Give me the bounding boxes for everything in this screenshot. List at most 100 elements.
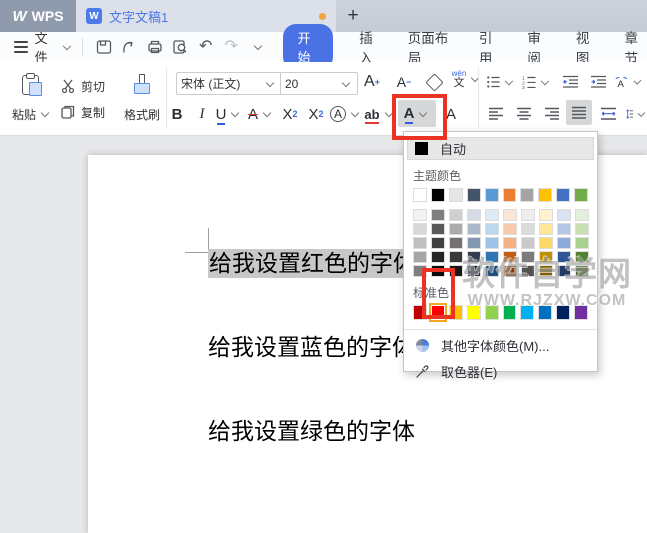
- color-swatch[interactable]: [485, 223, 499, 235]
- color-swatch[interactable]: [413, 265, 427, 277]
- underline-button[interactable]: U: [214, 102, 244, 126]
- menu-tab-3[interactable]: 页面布局: [408, 27, 453, 67]
- color-swatch[interactable]: [521, 223, 535, 235]
- color-swatch[interactable]: [574, 305, 588, 320]
- doc-line[interactable]: 给我设置红色的字体: [208, 247, 417, 280]
- color-swatch[interactable]: [485, 265, 499, 277]
- menu-tab-2[interactable]: 插入: [359, 27, 382, 67]
- color-swatch[interactable]: [575, 265, 589, 277]
- justify-button[interactable]: [566, 100, 592, 125]
- color-swatch[interactable]: [539, 223, 553, 235]
- align-right-button[interactable]: [540, 102, 564, 126]
- format-painter-label-button[interactable]: 格式刷: [116, 102, 168, 126]
- highlight-button[interactable]: ab: [364, 102, 396, 126]
- color-swatch[interactable]: [539, 237, 553, 249]
- color-swatch[interactable]: [557, 251, 571, 263]
- superscript-button[interactable]: X2: [278, 102, 302, 126]
- color-swatch[interactable]: [503, 223, 517, 235]
- color-swatch[interactable]: [539, 265, 553, 277]
- doc-line[interactable]: 给我设置蓝色的字体: [208, 331, 417, 364]
- color-swatch[interactable]: [413, 209, 427, 221]
- color-swatch[interactable]: [449, 305, 463, 320]
- color-swatch[interactable]: [413, 223, 427, 235]
- color-swatch[interactable]: [449, 223, 463, 235]
- color-swatch[interactable]: [557, 209, 571, 221]
- doc-line[interactable]: 给我设置绿色的字体: [208, 415, 417, 448]
- file-menu[interactable]: 文件: [35, 28, 59, 66]
- color-swatch[interactable]: [521, 209, 535, 221]
- bold-button[interactable]: B: [166, 102, 188, 126]
- color-swatch[interactable]: [413, 188, 427, 202]
- color-swatch[interactable]: [431, 223, 445, 235]
- color-swatch[interactable]: [449, 251, 463, 263]
- save-button[interactable]: [91, 36, 117, 58]
- auto-color-item[interactable]: 自动: [407, 137, 594, 160]
- color-swatch[interactable]: [520, 305, 534, 320]
- text-effects-button[interactable]: A: [330, 102, 362, 126]
- color-swatch[interactable]: [557, 237, 571, 249]
- color-swatch[interactable]: [485, 209, 499, 221]
- color-swatch[interactable]: [520, 188, 534, 202]
- bullets-button[interactable]: [486, 70, 516, 94]
- color-swatch[interactable]: [521, 237, 535, 249]
- color-swatch[interactable]: [449, 209, 463, 221]
- color-swatch[interactable]: [557, 265, 571, 277]
- toolbar-more-button[interactable]: [244, 36, 270, 58]
- distribute-button[interactable]: [596, 102, 620, 126]
- format-painter-button[interactable]: [122, 70, 162, 100]
- menu-tab-6[interactable]: 视图: [576, 27, 599, 67]
- italic-button[interactable]: I: [192, 102, 212, 126]
- subscript-button[interactable]: X2: [304, 102, 328, 126]
- color-swatch[interactable]: [467, 251, 481, 263]
- color-swatch[interactable]: [431, 305, 445, 320]
- color-swatch[interactable]: [449, 237, 463, 249]
- font-color-button[interactable]: A: [398, 100, 436, 127]
- color-swatch[interactable]: [557, 223, 571, 235]
- font-size-combo[interactable]: 20: [280, 72, 358, 95]
- color-swatch[interactable]: [521, 265, 535, 277]
- increase-indent-button[interactable]: [586, 70, 610, 94]
- color-swatch[interactable]: [503, 237, 517, 249]
- decrease-indent-button[interactable]: [558, 70, 582, 94]
- color-swatch[interactable]: [431, 209, 445, 221]
- color-swatch[interactable]: [538, 188, 552, 202]
- color-swatch[interactable]: [467, 188, 481, 202]
- color-swatch[interactable]: [575, 223, 589, 235]
- color-swatch[interactable]: [575, 237, 589, 249]
- copy-button[interactable]: 复制: [60, 100, 120, 124]
- print-button[interactable]: [142, 36, 168, 58]
- menu-tab-7[interactable]: 章节: [624, 27, 647, 67]
- color-swatch[interactable]: [449, 188, 463, 202]
- paste-button[interactable]: [12, 70, 52, 100]
- color-swatch[interactable]: [485, 251, 499, 263]
- color-swatch[interactable]: [539, 251, 553, 263]
- align-left-button[interactable]: [484, 102, 508, 126]
- char-shading-button[interactable]: A: [440, 102, 462, 126]
- color-swatch[interactable]: [556, 188, 570, 202]
- color-swatch[interactable]: [449, 265, 463, 277]
- color-swatch[interactable]: [431, 265, 445, 277]
- strikethrough-button[interactable]: A: [246, 102, 276, 126]
- color-swatch[interactable]: [574, 188, 588, 202]
- color-swatch[interactable]: [431, 251, 445, 263]
- color-swatch[interactable]: [431, 237, 445, 249]
- text-direction-button[interactable]: A: [614, 70, 644, 94]
- clear-format-button[interactable]: [422, 70, 446, 94]
- color-swatch[interactable]: [413, 237, 427, 249]
- color-swatch[interactable]: [539, 209, 553, 221]
- more-font-colors-item[interactable]: 其他字体颜色(M)...: [404, 332, 597, 358]
- color-swatch[interactable]: [413, 251, 427, 263]
- export-button[interactable]: [116, 36, 142, 58]
- color-swatch[interactable]: [467, 209, 481, 221]
- menu-tab-5[interactable]: 审阅: [527, 27, 550, 67]
- redo-button[interactable]: ↷: [218, 36, 244, 58]
- shrink-font-button[interactable]: A−: [392, 70, 416, 94]
- paste-dropdown[interactable]: 粘贴: [6, 102, 58, 126]
- font-name-combo[interactable]: 宋体 (正文): [176, 72, 282, 95]
- eyedropper-item[interactable]: 取色器(E): [404, 358, 597, 384]
- color-swatch[interactable]: [503, 305, 517, 320]
- color-swatch[interactable]: [467, 265, 481, 277]
- numbering-button[interactable]: 123: [522, 70, 552, 94]
- color-swatch[interactable]: [575, 251, 589, 263]
- color-swatch[interactable]: [503, 265, 517, 277]
